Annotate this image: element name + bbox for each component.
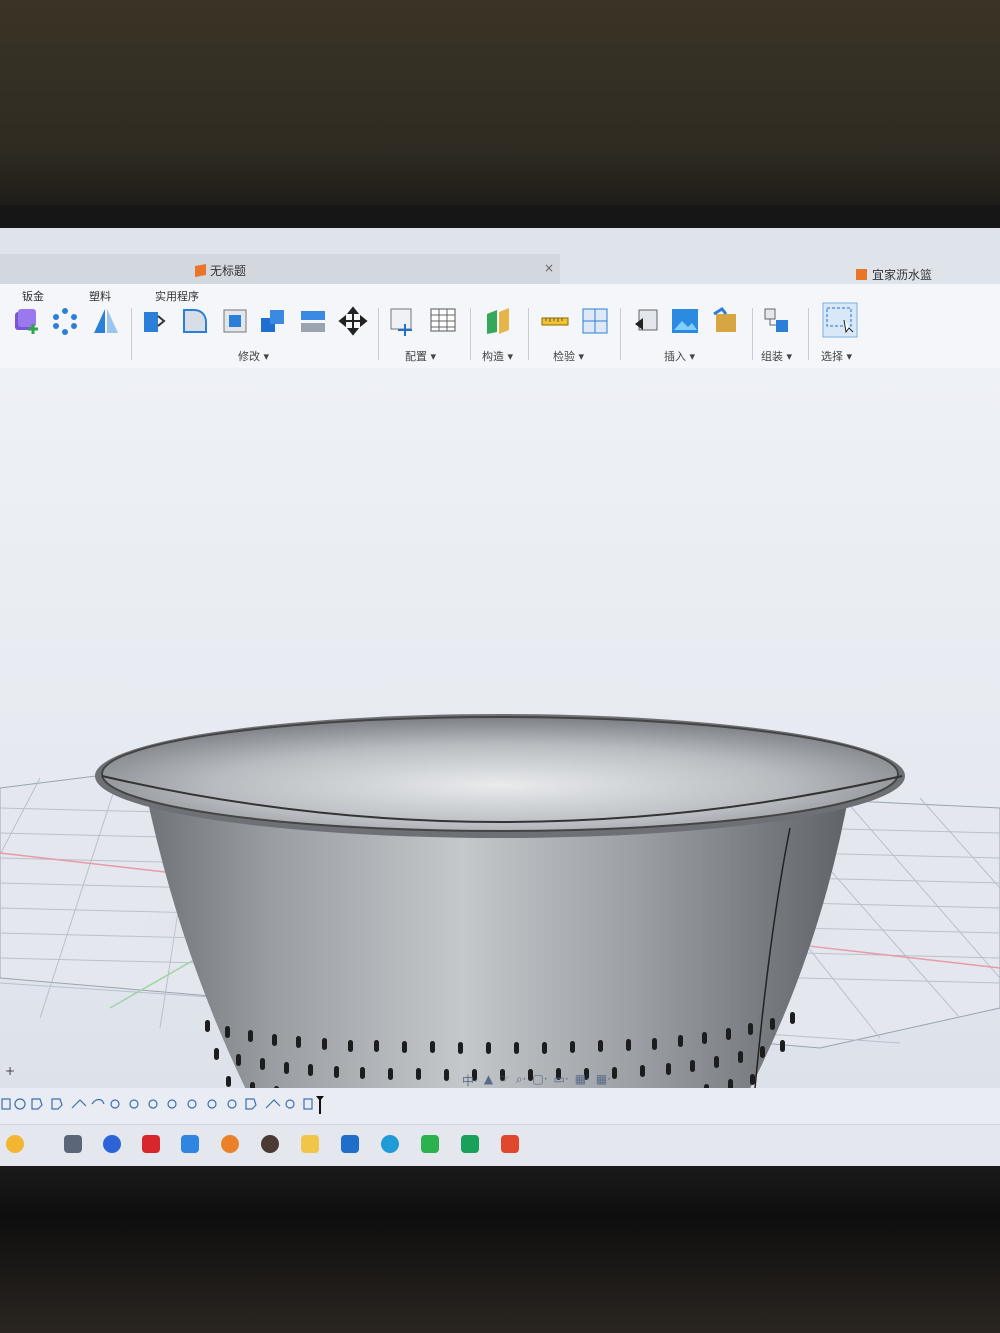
select-icon[interactable] — [822, 302, 858, 338]
separator — [131, 308, 132, 360]
menu-plastic[interactable]: 塑料 — [89, 288, 111, 304]
document-icon — [195, 264, 206, 277]
start-icon[interactable] — [6, 1135, 24, 1153]
zoom-icon[interactable]: ⌕· — [516, 1072, 527, 1090]
separator — [808, 308, 809, 360]
display-settings-icon[interactable]: ▭· — [554, 1072, 569, 1090]
pan-icon[interactable]: ☞ — [499, 1072, 510, 1090]
toolbar-ribbon: 钣金 塑料 实用程序 修改 ▾ 配置 ▾ 构造 ▾ 检验 ▾ 插入 ▾ 组装 ▾ — [0, 284, 1000, 369]
parameters-icon[interactable] — [388, 306, 418, 336]
look-at-icon[interactable]: ▲ — [484, 1072, 493, 1090]
add-icon[interactable]: + — [5, 1064, 15, 1078]
red-app-icon[interactable] — [501, 1135, 519, 1153]
fit-icon[interactable]: ▢· — [532, 1072, 547, 1090]
move-icon[interactable] — [338, 306, 368, 336]
document-tab-bar: 无标题 × 宜家沥水篮 — [0, 228, 1000, 284]
document-tab-title: 无标题 — [210, 264, 247, 278]
group-construct[interactable]: 构造 ▾ — [482, 348, 513, 364]
separator — [752, 308, 753, 360]
shell-icon[interactable] — [220, 306, 250, 336]
open-document-title[interactable]: 宜家沥水篮 — [872, 266, 932, 283]
viewports-icon[interactable]: ▦· — [596, 1072, 611, 1090]
orbit-icon[interactable]: 中· — [462, 1072, 478, 1090]
browser-icon[interactable] — [103, 1135, 121, 1153]
monitor-screen: 无标题 × 宜家沥水篮 钣金 塑料 实用程序 修改 ▾ 配置 ▾ 构造 ▾ 检验… — [0, 228, 1000, 1168]
combine-icon[interactable] — [258, 306, 288, 336]
close-tab-icon[interactable]: × — [544, 261, 554, 275]
measure-icon[interactable] — [540, 306, 570, 336]
mirror-icon[interactable] — [91, 306, 121, 336]
grid-settings-icon[interactable]: ▦· — [575, 1072, 590, 1090]
canvas-icon[interactable] — [670, 306, 700, 336]
separator — [620, 308, 621, 360]
windows-taskbar — [0, 1124, 1000, 1168]
separator — [378, 308, 379, 360]
monitor-bezel-bottom — [0, 1166, 1000, 1333]
press-pull-icon[interactable] — [140, 306, 170, 336]
decal-icon[interactable] — [710, 306, 740, 336]
3d-viewport[interactable] — [0, 368, 1000, 1088]
blender-icon[interactable] — [221, 1135, 239, 1153]
edge-icon[interactable] — [381, 1135, 399, 1153]
room-background — [0, 0, 1000, 215]
group-insert[interactable]: 插入 ▾ — [664, 348, 695, 364]
model-canvas[interactable] — [0, 368, 1000, 1088]
split-icon[interactable] — [298, 306, 328, 336]
pattern-icon[interactable] — [50, 306, 80, 336]
wechat-icon[interactable] — [421, 1135, 439, 1153]
menu-utilities[interactable]: 实用程序 — [155, 288, 199, 304]
group-configure[interactable]: 配置 ▾ — [405, 348, 436, 364]
wps-icon[interactable] — [142, 1135, 160, 1153]
vscode-icon[interactable] — [341, 1135, 359, 1153]
cloud-icon[interactable] — [181, 1135, 199, 1153]
folder-icon[interactable] — [301, 1135, 319, 1153]
joint-icon[interactable] — [762, 306, 792, 336]
document-icon — [856, 269, 867, 280]
group-modify[interactable]: 修改 ▾ — [238, 348, 269, 364]
design-timeline[interactable] — [0, 1094, 330, 1114]
plane-icon[interactable] — [483, 306, 513, 336]
avatar-icon[interactable] — [261, 1135, 279, 1153]
monitor-bezel-top — [0, 205, 1000, 229]
insert-derive-icon[interactable] — [631, 306, 661, 336]
separator — [470, 308, 471, 360]
document-tab[interactable] — [0, 254, 560, 284]
group-assemble[interactable]: 组装 ▾ — [761, 348, 792, 364]
group-inspect[interactable]: 检验 ▾ — [553, 348, 584, 364]
separator — [528, 308, 529, 360]
group-select[interactable]: 选择 ▾ — [821, 348, 852, 364]
menu-sheet-metal[interactable]: 钣金 — [22, 288, 44, 304]
section-analysis-icon[interactable] — [580, 306, 610, 336]
green-app-icon[interactable] — [461, 1135, 479, 1153]
new-component-icon[interactable] — [12, 306, 42, 336]
table-icon[interactable] — [428, 306, 458, 336]
view-navigation-bar: 中· ▲ ☞ ⌕· ▢· ▭· ▦· ▦· — [462, 1072, 611, 1090]
task-view-icon[interactable] — [64, 1135, 82, 1153]
fillet-icon[interactable] — [180, 306, 210, 336]
